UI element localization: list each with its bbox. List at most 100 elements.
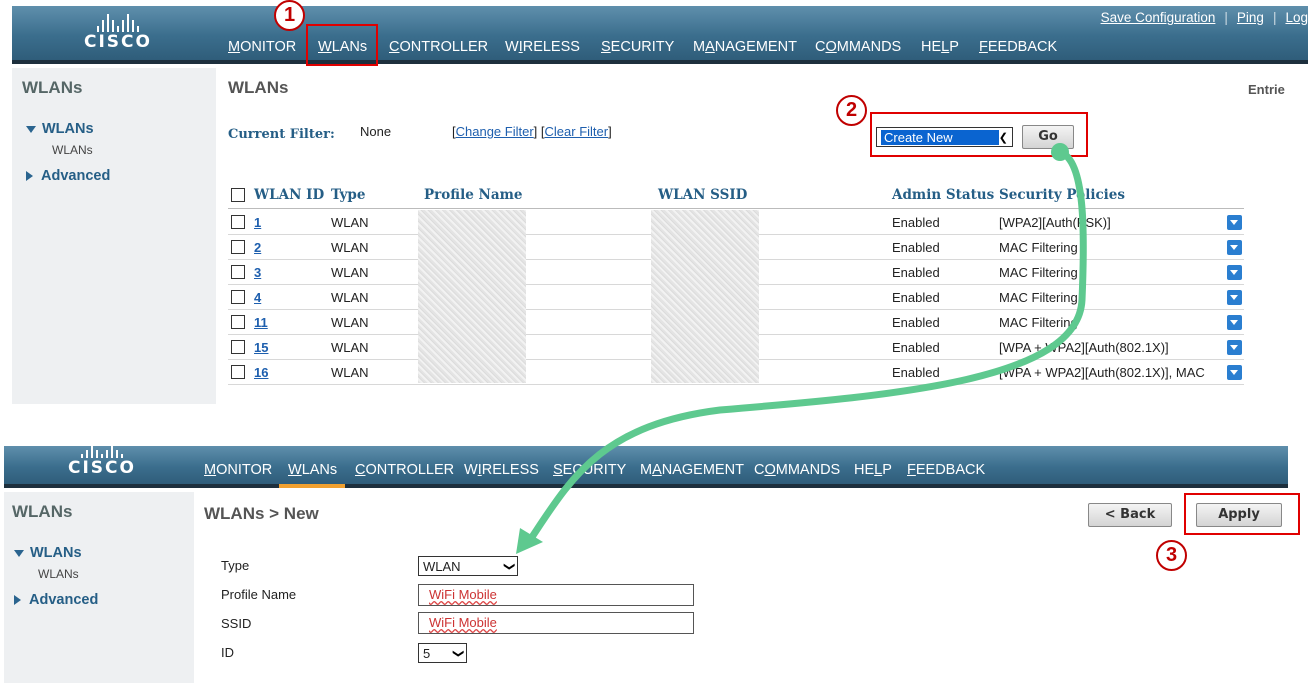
row-checkbox[interactable] [231,240,245,254]
chevron-down-icon: ❮ [451,648,464,658]
step-2-marker: 2 [836,95,867,126]
type-select[interactable]: WLAN ❮ [418,556,518,576]
menu-item-management[interactable]: MANAGEMENT [693,39,797,55]
wlan-type: WLAN [331,365,369,380]
sidebar-subitem-wlans[interactable]: WLANs [52,143,93,157]
clear-filter-link[interactable]: Clear Filter [545,124,609,139]
chevron-down-icon: ❮ [502,561,515,571]
wlan-id-link[interactable]: 1 [254,215,261,230]
cisco-logo-text: CISCO [84,32,152,52]
cisco-logo-text-2: CISCO [68,458,136,478]
wlan-id-link[interactable]: 2 [254,240,261,255]
row-checkbox[interactable] [231,290,245,304]
collapsed-triangle-icon [26,171,33,182]
menu-item-commands[interactable]: COMMANDS [754,462,840,478]
admin-status: Enabled [892,340,940,355]
wlan-type: WLAN [331,265,369,280]
id-select-value: 5 [423,645,431,661]
admin-status: Enabled [892,365,940,380]
admin-status: Enabled [892,290,940,305]
security-policies: [WPA + WPA2][Auth(802.1X)], MAC [999,365,1205,380]
menu-item-security[interactable]: SECURITY [553,462,626,478]
highlight-apply-button [1184,493,1300,535]
row-dropdown-icon[interactable] [1227,240,1242,255]
row-checkbox[interactable] [231,315,245,329]
profile-name-label: Profile Name [221,587,297,602]
id-label: ID [221,645,234,660]
step-1-marker: 1 [274,0,305,31]
security-policies: [WPA2][Auth(PSK)] [999,215,1111,230]
menu-item-wireless[interactable]: WIRELESS [505,39,580,55]
profile-name-input[interactable]: WiFi Mobile [418,584,694,606]
cisco-logo-2: CISCO [62,446,142,478]
security-policies: MAC Filtering [999,315,1078,330]
row-dropdown-icon[interactable] [1227,290,1242,305]
menu-item-monitor[interactable]: MONITOR [228,39,296,55]
row-dropdown-icon[interactable] [1227,315,1242,330]
menu-item-feedback[interactable]: FEEDBACK [979,39,1057,55]
col-header-security-policies: Security Policies [999,187,1125,203]
entries-label: Entrie [1248,82,1285,97]
save-configuration-link[interactable]: Save Configuration [1101,10,1216,25]
row-dropdown-icon[interactable] [1227,265,1242,280]
menu-item-wireless[interactable]: WIRELESS [464,462,539,478]
security-policies: MAC Filtering [999,240,1078,255]
row-checkbox[interactable] [231,265,245,279]
row-checkbox[interactable] [231,365,245,379]
sidebar-bottom: WLANs WLANs WLANs Advanced [4,492,194,683]
sidebar-item-advanced-2[interactable]: Advanced [14,592,98,608]
id-select[interactable]: 5 ❮ [418,643,467,663]
sidebar-item-wlans[interactable]: WLANs [26,121,94,137]
row-dropdown-icon[interactable] [1227,340,1242,355]
back-button[interactable]: < Back [1088,503,1172,527]
cisco-bars-icon [78,14,158,32]
menu-item-monitor[interactable]: MONITOR [204,462,272,478]
collapsed-triangle-icon-2 [14,595,21,606]
page-title-wlans: WLANs [228,78,289,97]
select-all-checkbox[interactable] [231,188,245,202]
logout-link[interactable]: Log [1285,10,1308,25]
wlan-id-link[interactable]: 15 [254,340,268,355]
menu-item-security[interactable]: SECURITY [601,39,674,55]
menu-item-controller[interactable]: CONTROLLER [389,39,488,55]
col-header-admin-status: Admin Status [892,187,995,203]
highlight-create-new [870,112,1088,157]
row-checkbox[interactable] [231,215,245,229]
menu-item-controller[interactable]: CONTROLLER [355,462,454,478]
row-checkbox[interactable] [231,340,245,354]
bottom-header-bar: CISCO MONITOR WLANs CONTROLLER WIRELESS SECU… [4,446,1288,488]
step-3-marker: 3 [1156,540,1187,571]
wlan-id-link[interactable]: 3 [254,265,261,280]
security-policies: MAC Filtering [999,290,1078,305]
current-filter-label: Current Filter: [228,127,335,142]
change-filter-link[interactable]: Change Filter [456,124,534,139]
admin-status: Enabled [892,315,940,330]
type-label: Type [221,558,250,573]
row-dropdown-icon[interactable] [1227,215,1242,230]
menu-item-feedback[interactable]: FEEDBACK [907,462,985,478]
sidebar-title-2: WLANs [12,502,73,521]
cisco-logo: CISCO [78,14,158,52]
security-policies: MAC Filtering [999,265,1078,280]
flow-arrow-head-icon [516,528,543,554]
ping-link[interactable]: Ping [1237,10,1264,25]
menu-item-help[interactable]: HELP [921,39,959,55]
wlan-id-link[interactable]: 4 [254,290,261,305]
wlan-id-link[interactable]: 16 [254,365,268,380]
ssid-redacted [651,210,759,383]
col-header-wlan-ssid: WLAN SSID [658,187,748,203]
ssid-input[interactable]: WiFi Mobile [418,612,694,634]
current-filter-value: None [360,124,392,139]
menu-item-help[interactable]: HELP [854,462,892,478]
highlight-wlans-tab [306,24,378,66]
row-dropdown-icon[interactable] [1227,365,1242,380]
menu-item-wlans[interactable]: WLANs [288,462,337,478]
expanded-triangle-icon [26,125,36,133]
menu-item-commands[interactable]: COMMANDS [815,39,901,55]
sidebar-item-advanced[interactable]: Advanced [26,168,110,184]
menu-item-management[interactable]: MANAGEMENT [640,462,744,478]
sidebar-subitem-wlans-2[interactable]: WLANs [38,567,79,581]
admin-status: Enabled [892,265,940,280]
wlan-id-link[interactable]: 11 [254,315,268,330]
sidebar-item-wlans-2[interactable]: WLANs [14,545,82,561]
